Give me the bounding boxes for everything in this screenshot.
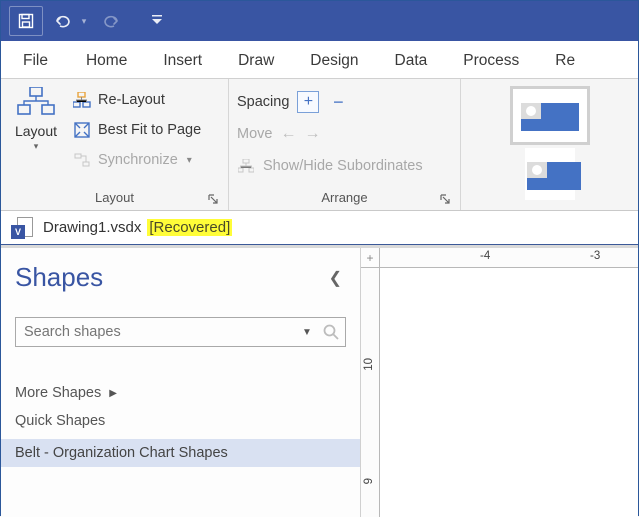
ribbon-tabs: File Home Insert Draw Design Data Proces… — [1, 41, 638, 79]
collapse-pane-button[interactable]: ❮ — [329, 268, 346, 288]
ruler-v-mark: 9 — [363, 478, 375, 484]
save-button[interactable] — [9, 6, 43, 36]
dialog-launcher-layout[interactable] — [206, 192, 220, 206]
chevron-down-icon: ▾ — [34, 141, 39, 152]
synchronize-icon — [73, 151, 91, 169]
undo-icon — [54, 14, 72, 28]
move-label: Move — [237, 126, 272, 142]
tab-process[interactable]: Process — [445, 43, 537, 78]
ribbon: Layout ▾ Re-Layout Best Fit to Page — [1, 79, 638, 211]
stencil-selected[interactable]: Belt - Organization Chart Shapes — [1, 439, 360, 467]
move-right-button: → — [304, 125, 320, 143]
drawing-page[interactable] — [380, 268, 638, 517]
redo-button[interactable] — [97, 6, 125, 36]
qat-customize[interactable] — [143, 6, 171, 36]
move-left-button: ← — [280, 125, 296, 143]
shapes-pane: Shapes ❮ ▼ More Shapes ▶ Quick Shapes Be… — [1, 248, 361, 517]
launcher-icon — [440, 194, 450, 204]
showhide-button: Show/Hide Subordinates — [237, 153, 452, 179]
tab-review[interactable]: Re — [537, 43, 593, 78]
document-bar: V Drawing1.vsdx [Recovered] — [1, 211, 638, 245]
document-filename: Drawing1.vsdx — [43, 219, 141, 236]
chevron-left-icon: ❮ — [329, 270, 342, 287]
gallery-item-1[interactable] — [513, 89, 587, 142]
undo-dropdown[interactable]: ▾ — [79, 6, 89, 36]
move-control: Move ← → — [237, 121, 452, 147]
orgchart-shape-icon — [527, 158, 573, 190]
quick-shapes-link[interactable]: Quick Shapes — [15, 407, 346, 435]
search-shapes[interactable]: ▼ — [15, 317, 346, 347]
ruler-h-mark: -3 — [590, 250, 600, 262]
customize-icon — [152, 15, 162, 27]
tab-file[interactable]: File — [11, 43, 68, 78]
ruler-horizontal: -4 -3 — [380, 248, 638, 268]
tab-data[interactable]: Data — [377, 43, 446, 78]
bestfit-icon — [73, 121, 91, 139]
group-arrange: Spacing + − Move ← → Show/Hide Subordina… — [229, 79, 461, 210]
ruler-h-mark: -4 — [480, 250, 490, 262]
spacing-decrease-button[interactable]: − — [327, 91, 349, 113]
tab-draw[interactable]: Draw — [220, 43, 292, 78]
more-shapes-link[interactable]: More Shapes ▶ — [15, 379, 346, 407]
title-bar: ▾ — [1, 1, 638, 41]
chevron-right-icon: ▶ — [109, 388, 117, 399]
dialog-launcher-arrange[interactable] — [438, 192, 452, 206]
recovered-badge: [Recovered] — [147, 219, 232, 236]
group-title-arrange: Arrange — [237, 187, 452, 210]
ruler-corner: + — [361, 248, 380, 268]
layout-button-label: Layout — [15, 123, 57, 139]
drawing-canvas[interactable]: + -4 -3 10 9 — [361, 248, 638, 517]
gallery-item-2[interactable] — [525, 148, 575, 201]
bestfit-button[interactable]: Best Fit to Page — [73, 117, 201, 143]
visio-file-icon: V — [11, 217, 33, 239]
shapes-title: Shapes — [15, 262, 103, 293]
search-dropdown[interactable]: ▼ — [297, 327, 317, 338]
more-shapes-label: More Shapes — [15, 385, 101, 401]
quick-shapes-label: Quick Shapes — [15, 413, 105, 429]
spacing-increase-button[interactable]: + — [297, 91, 319, 113]
bestfit-label: Best Fit to Page — [98, 122, 201, 138]
ruler-v-mark: 10 — [363, 358, 375, 371]
shape-style-gallery[interactable] — [461, 79, 638, 210]
layout-icon — [16, 87, 56, 121]
launcher-icon — [208, 194, 218, 204]
synchronize-label: Synchronize — [98, 152, 178, 168]
relayout-label: Re-Layout — [98, 92, 165, 108]
plus-icon: + — [304, 93, 313, 111]
group-layout: Layout ▾ Re-Layout Best Fit to Page — [1, 79, 229, 210]
save-icon — [18, 13, 34, 29]
redo-icon — [102, 14, 120, 28]
search-button[interactable] — [317, 324, 345, 340]
spacing-control: Spacing + − — [237, 89, 452, 115]
orgchart-shape-icon — [521, 99, 579, 131]
chevron-down-icon: ▾ — [187, 155, 192, 166]
synchronize-button: Synchronize ▾ — [73, 147, 201, 173]
tab-design[interactable]: Design — [292, 43, 376, 78]
spacing-label: Spacing — [237, 94, 289, 110]
tab-insert[interactable]: Insert — [145, 43, 220, 78]
workspace: Shapes ❮ ▼ More Shapes ▶ Quick Shapes Be… — [1, 245, 638, 517]
relayout-icon — [73, 91, 91, 109]
ruler-vertical: 10 9 — [361, 268, 380, 517]
search-input[interactable] — [16, 324, 297, 340]
tab-home[interactable]: Home — [68, 43, 145, 78]
minus-icon: − — [333, 92, 344, 113]
group-title-layout: Layout — [9, 187, 220, 210]
relayout-button[interactable]: Re-Layout — [73, 87, 201, 113]
layout-button[interactable]: Layout ▾ — [9, 85, 63, 173]
showhide-icon — [237, 157, 255, 175]
search-icon — [323, 324, 339, 340]
showhide-label: Show/Hide Subordinates — [263, 158, 423, 174]
undo-button[interactable] — [49, 6, 77, 36]
